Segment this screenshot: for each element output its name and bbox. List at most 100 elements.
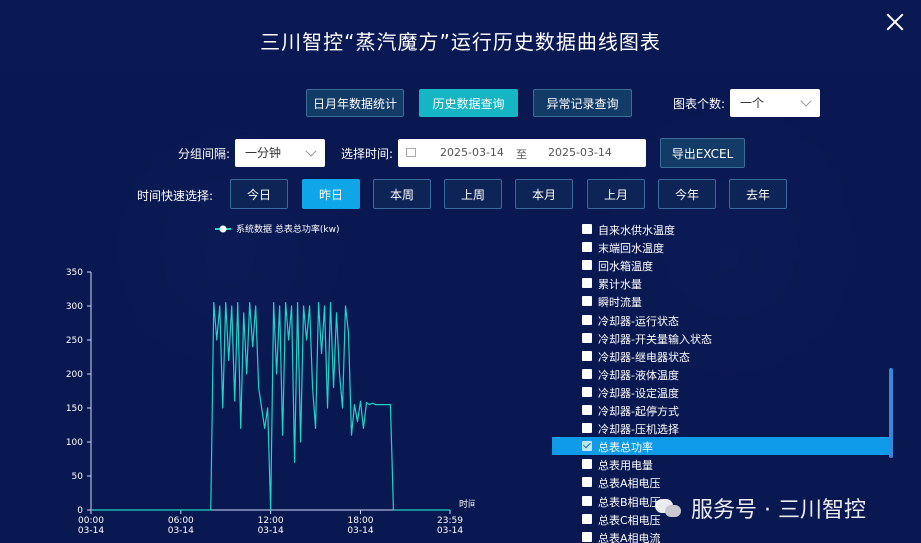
checkbox[interactable] (582, 477, 592, 488)
metric-label: 总表总功率 (598, 441, 653, 455)
y-tick-label: 350 (66, 268, 83, 278)
history-chart-modal: 三川智控“蒸汽魔方”运行历史数据曲线图表 日月年数据统计 历史数据查询 异常记录… (0, 0, 921, 543)
interval-select[interactable]: 一分钟 (235, 139, 325, 167)
checkbox[interactable] (582, 350, 592, 361)
checkbox[interactable] (582, 495, 592, 506)
metric-item[interactable]: 总表A相电流 (552, 528, 892, 543)
x-axis-label: 时间 (459, 498, 475, 510)
y-tick-label: 200 (66, 370, 83, 380)
metric-label: 总表用电量 (598, 459, 653, 473)
quick-select-option[interactable]: 上周 (444, 179, 502, 209)
metric-label: 总表A相电流 (598, 531, 661, 543)
x-tick-label: 03-14 (437, 526, 463, 535)
series-line (91, 301, 450, 511)
x-tick-label: 03-14 (78, 526, 104, 535)
checkbox[interactable] (582, 260, 592, 271)
watermark: 服务号 · 三川智控 (655, 492, 866, 524)
date-range-label: 选择时间: (341, 147, 394, 161)
x-tick-label: 06:00 (168, 516, 194, 526)
metric-label: 冷却器-开关量输入状态 (598, 332, 712, 346)
chart-count-label: 图表个数: (673, 97, 726, 111)
date-start[interactable]: 2025-03-14 (440, 146, 504, 159)
x-tick-label: 03-14 (168, 526, 194, 535)
quick-select-option[interactable]: 今年 (658, 179, 716, 209)
y-tick-label: 300 (66, 302, 83, 312)
checkbox[interactable] (582, 278, 592, 289)
checklist-scrollbar[interactable] (889, 368, 893, 458)
metric-item[interactable]: 总表用电量 (552, 455, 892, 473)
metric-item[interactable]: 总表总功率 (552, 437, 892, 456)
metric-item[interactable]: 冷却器-开关量输入状态 (552, 329, 892, 347)
chart-count-select[interactable]: 一个 (730, 89, 820, 117)
quick-select-option[interactable]: 昨日 (302, 179, 360, 209)
metric-label: 冷却器-设定温度 (598, 386, 679, 400)
date-end[interactable]: 2025-03-14 (548, 146, 612, 159)
date-separator: 至 (516, 148, 527, 161)
watermark-text: 服务号 · 三川智控 (691, 498, 866, 523)
checkbox[interactable] (582, 441, 592, 452)
checkbox[interactable] (582, 459, 592, 470)
x-tick-label: 03-14 (258, 526, 284, 535)
metric-label: 累计水量 (598, 278, 642, 292)
quick-select-option[interactable]: 本周 (373, 179, 431, 209)
checkbox[interactable] (582, 405, 592, 415)
quick-select-option[interactable]: 去年 (729, 179, 787, 209)
interval-label: 分组间隔: (178, 147, 231, 161)
checkbox[interactable] (582, 296, 592, 307)
tab-stats[interactable]: 日月年数据统计 (306, 89, 404, 117)
checkbox[interactable] (582, 242, 592, 253)
metric-item[interactable]: 冷却器-继电器状态 (552, 347, 892, 365)
y-tick-label: 150 (66, 404, 83, 414)
y-tick-label: 100 (66, 438, 83, 448)
chevron-down-icon (800, 95, 812, 107)
power-line-chart: 系统数据 总表总功率(kw) 0 50 100 150 200 250 300 350 00:00… (66, 223, 475, 535)
metric-item[interactable]: 总表A相电压 (552, 473, 892, 491)
checkbox[interactable] (582, 531, 592, 542)
x-tick-label: 03-14 (347, 526, 373, 535)
metric-item[interactable]: 自来水供水温度 (552, 220, 892, 238)
checkbox[interactable] (582, 386, 592, 397)
tab-anomaly[interactable]: 异常记录查询 (533, 89, 632, 117)
checkbox[interactable] (582, 332, 592, 343)
metric-label: 冷却器-液体温度 (598, 368, 679, 382)
interval-value: 一分钟 (245, 146, 282, 160)
y-tick-label: 0 (77, 506, 83, 516)
metric-label: 总表B相电压 (598, 495, 661, 509)
checkbox[interactable] (582, 314, 592, 325)
metric-label: 瞬时流量 (598, 296, 642, 310)
checkbox[interactable] (582, 423, 592, 434)
calendar-icon (406, 148, 416, 157)
checkbox[interactable] (582, 368, 592, 379)
metric-label: 冷却器-运行状态 (598, 314, 679, 328)
metric-label: 回水箱温度 (598, 260, 653, 274)
metric-item[interactable]: 冷却器-起停方式 (552, 401, 892, 419)
chart-count-value: 一个 (740, 96, 765, 110)
checkbox[interactable] (582, 224, 592, 234)
quick-select-option[interactable]: 上月 (587, 179, 645, 209)
metric-item[interactable]: 末端回水温度 (552, 238, 892, 256)
metric-item[interactable]: 冷却器-设定温度 (552, 383, 892, 401)
metric-label: 冷却器-压机选择 (598, 423, 679, 437)
legend-label: 系统数据 总表总功率(kw) (236, 223, 339, 235)
export-excel-button[interactable]: 导出EXCEL (660, 138, 745, 168)
metric-label: 冷却器-起停方式 (598, 405, 679, 418)
metric-label: 自来水供水温度 (598, 224, 675, 237)
tab-history[interactable]: 历史数据查询 (419, 89, 518, 117)
close-icon[interactable] (883, 10, 907, 34)
metric-item[interactable]: 冷却器-液体温度 (552, 365, 892, 383)
metric-item[interactable]: 累计水量 (552, 274, 892, 292)
metric-label: 冷却器-继电器状态 (598, 350, 690, 364)
metric-item[interactable]: 冷却器-压机选择 (552, 419, 892, 437)
checkbox[interactable] (582, 513, 592, 524)
metric-item[interactable]: 瞬时流量 (552, 292, 892, 310)
quick-select-option[interactable]: 今日 (230, 179, 288, 209)
quick-select-option[interactable]: 本月 (515, 179, 573, 209)
wechat-icon (655, 497, 683, 519)
date-range-picker[interactable]: 2025-03-14 至 2025-03-14 (398, 139, 646, 167)
modal-title: 三川智控“蒸汽魔方”运行历史数据曲线图表 (260, 30, 661, 54)
metric-item[interactable]: 冷却器-运行状态 (552, 311, 892, 329)
metric-label: 总表A相电压 (598, 477, 661, 491)
metric-item[interactable]: 回水箱温度 (552, 256, 892, 274)
x-tick-label: 23:59 (437, 516, 463, 526)
x-tick-label: 12:00 (258, 516, 284, 526)
